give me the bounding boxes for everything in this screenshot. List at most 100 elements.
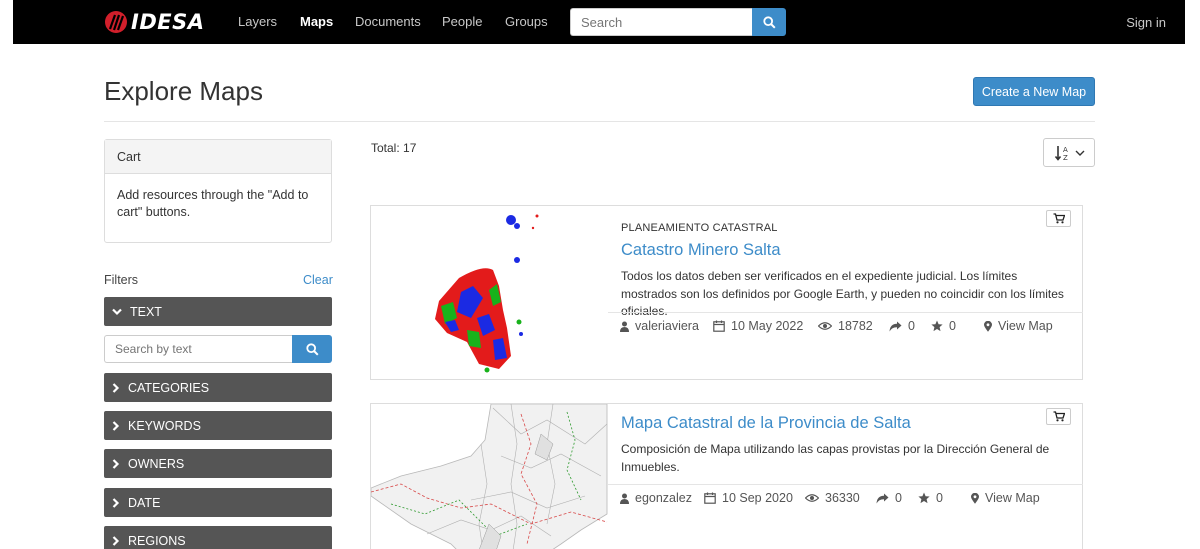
cart-body-text: Add resources through the "Add to cart" … xyxy=(117,188,309,219)
view-map-link[interactable]: View Map xyxy=(984,319,1053,333)
add-to-cart-button[interactable] xyxy=(1046,408,1071,425)
share-icon xyxy=(889,321,902,331)
map-date: 10 May 2022 xyxy=(713,319,803,333)
map-views-count: 36330 xyxy=(825,491,860,505)
view-map-link[interactable]: View Map xyxy=(971,491,1040,505)
map-card: PLANEAMIENTO CATASTRAL Catastro Minero S… xyxy=(370,205,1083,380)
cart-icon xyxy=(1053,411,1065,422)
add-to-cart-button[interactable] xyxy=(1046,210,1071,227)
filters-label: Filters xyxy=(104,273,139,287)
map-title-link[interactable]: Mapa Catastral de la Provincia de Salta xyxy=(621,414,911,433)
facet-owners[interactable]: OWNERS xyxy=(104,449,332,478)
nav-layers[interactable]: Layers xyxy=(238,14,277,29)
facet-owners-label: OWNERS xyxy=(128,456,185,471)
top-navbar: IDESA Layers Maps Documents People Group… xyxy=(13,0,1185,44)
map-marker-icon xyxy=(984,320,992,332)
view-map-label: View Map xyxy=(985,491,1040,505)
user-icon xyxy=(620,493,629,504)
chevron-right-icon xyxy=(112,535,120,546)
text-filter-search-button[interactable] xyxy=(292,335,332,363)
chevron-down-icon xyxy=(1075,150,1084,156)
sign-in-link[interactable]: Sign in xyxy=(1126,15,1166,30)
nav-maps[interactable]: Maps xyxy=(300,14,333,29)
facet-text-label: TEXT xyxy=(130,304,162,319)
chevron-right-icon xyxy=(112,420,120,431)
map-views: 18782 xyxy=(818,319,873,333)
map-marker-icon xyxy=(971,492,979,504)
map-views: 36330 xyxy=(805,491,860,505)
nav-groups[interactable]: Groups xyxy=(505,14,548,29)
header-divider xyxy=(104,121,1095,122)
meta-divider xyxy=(608,312,1083,313)
chevron-right-icon xyxy=(112,458,120,469)
eye-icon xyxy=(805,494,819,502)
map-description: Composición de Mapa utilizando las capas… xyxy=(621,442,1050,474)
map-category: PLANEAMIENTO CATASTRAL xyxy=(621,222,778,234)
facet-regions-label: REGIONS xyxy=(128,533,186,548)
star-icon xyxy=(931,320,943,332)
facet-keywords[interactable]: KEYWORDS xyxy=(104,411,332,440)
facet-date-label: DATE xyxy=(128,495,161,510)
create-map-button[interactable]: Create a New Map xyxy=(973,77,1095,106)
cart-panel: Cart Add resources through the "Add to c… xyxy=(104,139,332,243)
text-filter-input[interactable] xyxy=(104,335,292,363)
map-date-text: 10 Sep 2020 xyxy=(722,491,793,505)
svg-text:Z: Z xyxy=(1063,154,1068,162)
facet-text-toggle[interactable]: TEXT xyxy=(104,297,332,326)
chevron-right-icon xyxy=(112,497,120,508)
map-thumbnail[interactable] xyxy=(371,404,608,549)
map-stars-count: 0 xyxy=(936,491,943,505)
clear-filters-link[interactable]: Clear xyxy=(303,273,333,287)
cart-title: Cart xyxy=(105,140,331,174)
map-thumbnail[interactable] xyxy=(371,206,608,379)
map-shares-count: 0 xyxy=(908,319,915,333)
brand-name: IDESA xyxy=(131,10,205,34)
map-thumbnail-image xyxy=(371,404,608,549)
sort-dropdown[interactable]: A Z xyxy=(1043,138,1095,167)
map-shares: 0 xyxy=(876,491,902,505)
search-icon xyxy=(305,342,319,356)
map-stars-count: 0 xyxy=(949,319,956,333)
map-date-text: 10 May 2022 xyxy=(731,319,804,333)
map-title-link[interactable]: Catastro Minero Salta xyxy=(621,241,781,260)
search-icon xyxy=(762,15,776,29)
map-owner[interactable]: valeriaviera xyxy=(620,319,699,333)
map-owner-name: egonzalez xyxy=(635,491,692,505)
view-map-label: View Map xyxy=(998,319,1053,333)
map-owner[interactable]: egonzalez xyxy=(620,491,692,505)
user-icon xyxy=(620,321,629,332)
map-owner-name: valeriaviera xyxy=(635,319,699,333)
calendar-icon xyxy=(713,320,725,332)
map-stars: 0 xyxy=(918,491,943,505)
brand-logo[interactable]: IDESA xyxy=(104,9,204,35)
nav-people[interactable]: People xyxy=(442,14,482,29)
map-stars: 0 xyxy=(931,319,956,333)
facet-date[interactable]: DATE xyxy=(104,488,332,517)
meta-divider xyxy=(608,484,1083,485)
page-title: Explore Maps xyxy=(104,76,263,106)
cart-icon xyxy=(1053,213,1065,224)
map-date: 10 Sep 2020 xyxy=(704,491,793,505)
facet-keywords-label: KEYWORDS xyxy=(128,418,201,433)
svg-text:A: A xyxy=(1063,146,1068,154)
star-icon xyxy=(918,492,930,504)
map-shares: 0 xyxy=(889,319,915,333)
facet-categories[interactable]: CATEGORIES xyxy=(104,373,332,402)
map-card: Mapa Catastral de la Provincia de Salta … xyxy=(370,403,1083,549)
nav-search-button[interactable] xyxy=(752,8,786,36)
share-icon xyxy=(876,493,889,503)
chevron-right-icon xyxy=(112,382,120,393)
logo-icon xyxy=(105,11,127,33)
nav-search-input[interactable] xyxy=(570,8,752,36)
calendar-icon xyxy=(704,492,716,504)
facet-categories-label: CATEGORIES xyxy=(128,380,210,395)
map-views-count: 18782 xyxy=(838,319,873,333)
nav-documents[interactable]: Documents xyxy=(355,14,421,29)
sort-alpha-icon: A Z xyxy=(1054,145,1068,162)
results-total: Total: 17 xyxy=(371,141,417,155)
facet-regions[interactable]: REGIONS xyxy=(104,526,332,549)
map-thumbnail-image xyxy=(371,206,608,379)
map-shares-count: 0 xyxy=(895,491,902,505)
chevron-down-icon xyxy=(112,308,122,315)
eye-icon xyxy=(818,322,832,330)
